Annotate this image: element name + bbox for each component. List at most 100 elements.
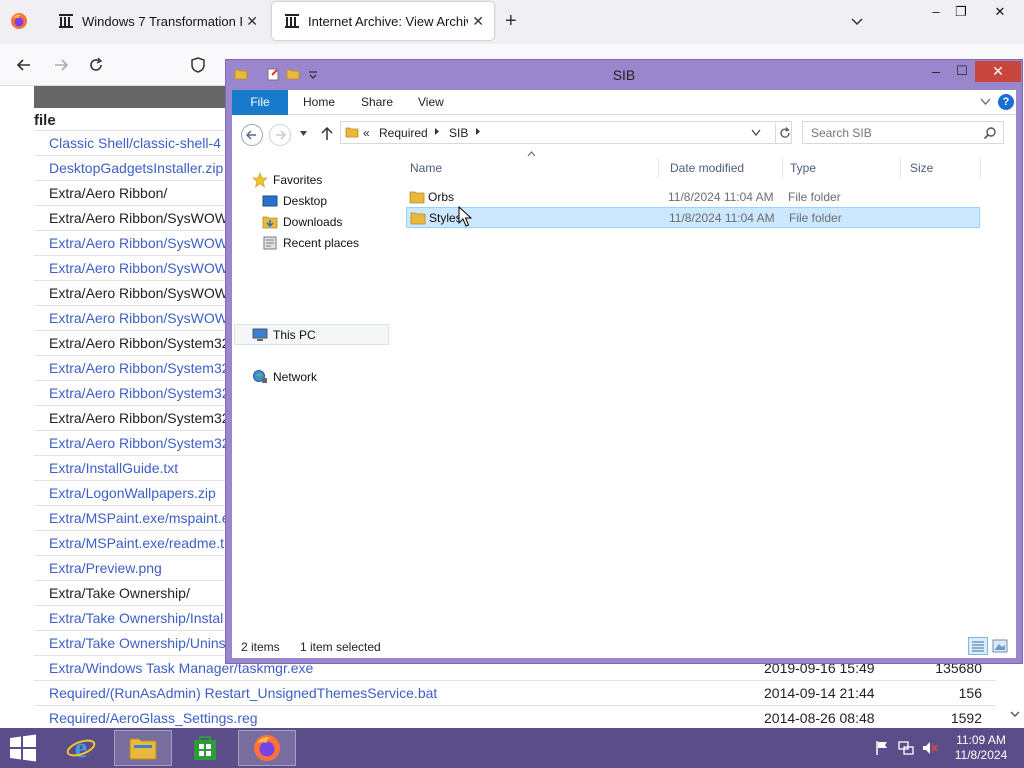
- file-row-styles[interactable]: Styles 11/8/2024 11:04 AM File folder: [406, 207, 980, 228]
- explorer-titlebar[interactable]: SIB – ☐ ✕: [226, 60, 1022, 90]
- archive-file-link[interactable]: Extra/Take Ownership/Unins: [49, 635, 226, 651]
- breadcrumb-required[interactable]: Required: [379, 126, 428, 140]
- archive-file-link[interactable]: Extra/MSPaint.exe/mspaint.e: [49, 510, 230, 526]
- archive-file-link[interactable]: Extra/Take Ownership/Instal: [49, 610, 223, 626]
- nav-item-downloads[interactable]: Downloads: [262, 212, 342, 232]
- scroll-down-icon[interactable]: [1010, 710, 1020, 718]
- refresh-button[interactable]: [775, 123, 793, 143]
- forward-button[interactable]: [269, 124, 291, 146]
- address-history-icon[interactable]: [751, 128, 761, 137]
- taskbar-internet-explorer[interactable]: e: [52, 730, 110, 766]
- ribbon-tab-home[interactable]: Home: [303, 90, 335, 115]
- archive-file-link[interactable]: Extra/Aero Ribbon/System32: [49, 360, 230, 376]
- refresh-icon: [779, 127, 790, 138]
- forward-arrow-icon[interactable]: [51, 55, 71, 75]
- shield-icon[interactable]: [188, 55, 208, 75]
- back-arrow-icon[interactable]: [14, 55, 34, 75]
- archive-file-date: 2014-08-26 08:48: [764, 710, 875, 726]
- column-separator[interactable]: [658, 158, 659, 178]
- archive-folder-name: Extra/Aero Ribbon/System32: [49, 335, 230, 351]
- column-header-type[interactable]: Type: [790, 155, 816, 181]
- nav-item-network[interactable]: Network: [252, 367, 317, 387]
- archive-file-link[interactable]: Required/(RunAsAdmin) Restart_UnsignedTh…: [49, 685, 437, 701]
- folder-icon: [409, 191, 425, 204]
- nav-label-network: Network: [273, 370, 318, 384]
- tab-windows7-transformation-pack[interactable]: Windows 7 Transformation Pack ✕: [46, 2, 268, 40]
- ribbon-tab-file[interactable]: File: [232, 90, 288, 115]
- archive-icon: [285, 14, 299, 28]
- tab-title: Windows 7 Transformation Pack: [82, 13, 242, 29]
- network-tray-icon[interactable]: [898, 740, 914, 756]
- archive-file-link[interactable]: Extra/Preview.png: [49, 560, 162, 576]
- breadcrumb-separator-icon[interactable]: [475, 127, 481, 136]
- action-center-flag-icon[interactable]: [874, 740, 890, 756]
- column-header-size[interactable]: Size: [910, 155, 933, 181]
- taskbar-clock[interactable]: 11:09 AM 11/8/2024: [950, 733, 1012, 763]
- close-tab-icon[interactable]: ✕: [472, 13, 484, 30]
- large-icons-view-icon[interactable]: [992, 638, 1008, 654]
- nav-item-this-pc[interactable]: This PC: [252, 325, 316, 345]
- archive-file-link[interactable]: Extra/Aero Ribbon/System32: [49, 385, 230, 401]
- sort-ascending-icon: [527, 149, 536, 159]
- nav-label-downloads: Downloads: [283, 215, 343, 229]
- search-box[interactable]: [802, 121, 1004, 144]
- reload-icon[interactable]: [86, 55, 106, 75]
- column-separator[interactable]: [980, 158, 981, 178]
- search-icon[interactable]: [983, 126, 997, 140]
- help-icon[interactable]: ?: [998, 94, 1014, 110]
- back-button[interactable]: [241, 124, 263, 146]
- address-bar[interactable]: « Required SIB: [340, 121, 792, 144]
- nav-item-favorites[interactable]: Favorites: [252, 170, 322, 190]
- clock-date: 11/8/2024: [954, 748, 1008, 762]
- archive-folder-name: Extra/Aero Ribbon/System32: [49, 410, 230, 426]
- file-row-orbs[interactable]: Orbs 11/8/2024 11:04 AM File folder: [406, 187, 980, 208]
- archive-folder-name: Extra/Take Ownership/: [49, 585, 190, 601]
- svg-text:e: e: [75, 733, 87, 763]
- expand-ribbon-icon[interactable]: [980, 96, 991, 107]
- archive-file-link[interactable]: Extra/LogonWallpapers.zip: [49, 485, 216, 501]
- column-separator[interactable]: [900, 158, 901, 178]
- taskbar-file-explorer[interactable]: [114, 730, 172, 766]
- archive-file-link[interactable]: Extra/InstallGuide.txt: [49, 460, 178, 476]
- explorer-close-button[interactable]: ✕: [975, 61, 1021, 82]
- archive-file-link[interactable]: Extra/MSPaint.exe/readme.t: [49, 535, 224, 551]
- volume-muted-icon[interactable]: [922, 740, 938, 756]
- ribbon-tab-view[interactable]: View: [418, 90, 444, 115]
- tab-title: Internet Archive: View Archive: [308, 13, 468, 29]
- chevron-down-icon[interactable]: [850, 14, 864, 28]
- archive-file-link[interactable]: Extra/Aero Ribbon/SysWOW: [49, 310, 228, 326]
- browser-close-button[interactable]: ✕: [984, 2, 1016, 24]
- nav-item-recent-places[interactable]: Recent places: [262, 233, 359, 253]
- taskbar-firefox[interactable]: [238, 730, 296, 766]
- archive-file-link[interactable]: Classic Shell/classic-shell-4: [49, 135, 221, 151]
- breadcrumb-separator-icon[interactable]: [434, 127, 440, 136]
- explorer-maximize-button[interactable]: ☐: [949, 63, 975, 83]
- nav-item-desktop[interactable]: Desktop: [262, 191, 327, 211]
- search-input[interactable]: [803, 122, 981, 143]
- archive-file-link[interactable]: DesktopGadgetsInstaller.zip: [49, 160, 223, 176]
- explorer-minimize-button[interactable]: –: [923, 63, 949, 83]
- breadcrumb-overflow[interactable]: «: [363, 126, 370, 140]
- taskbar-store[interactable]: [176, 730, 234, 766]
- folder-icon: [345, 127, 359, 138]
- archive-file-link[interactable]: Extra/Aero Ribbon/SysWOW: [49, 235, 228, 251]
- firefox-icon[interactable]: [10, 12, 28, 30]
- browser-restore-button[interactable]: ❐: [945, 2, 977, 24]
- recent-locations-icon[interactable]: [299, 129, 308, 138]
- column-separator[interactable]: [782, 158, 783, 178]
- column-header-date-modified[interactable]: Date modified: [670, 155, 744, 181]
- archive-file-link[interactable]: Extra/Aero Ribbon/SysWOW: [49, 260, 228, 276]
- archive-file-link[interactable]: Required/AeroGlass_Settings.reg: [49, 710, 258, 726]
- breadcrumb-sib[interactable]: SIB: [449, 126, 468, 140]
- details-view-button[interactable]: [968, 637, 988, 655]
- archive-file-link[interactable]: Extra/Aero Ribbon/System32: [49, 435, 230, 451]
- item-count: 2 items: [241, 640, 280, 654]
- ribbon-tab-share[interactable]: Share: [361, 90, 393, 115]
- windows-start-icon[interactable]: [8, 734, 38, 762]
- new-tab-button[interactable]: +: [505, 10, 517, 33]
- archive-file-row: Required/(RunAsAdmin) Restart_UnsignedTh…: [34, 680, 996, 705]
- close-tab-icon[interactable]: ✕: [246, 13, 258, 30]
- tab-internet-archive[interactable]: Internet Archive: View Archive ✕: [272, 2, 494, 40]
- up-arrow-icon[interactable]: [320, 125, 334, 141]
- column-header-name[interactable]: Name: [410, 155, 442, 181]
